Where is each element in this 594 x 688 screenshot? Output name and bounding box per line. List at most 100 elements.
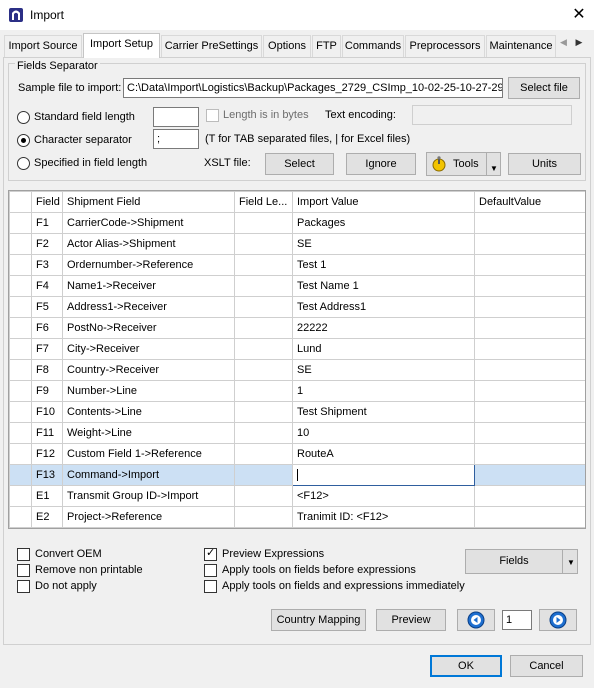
standard-field-length-radio[interactable] bbox=[17, 111, 30, 124]
import-value-cell[interactable]: 10 bbox=[292, 422, 475, 444]
tab-import-source[interactable]: Import Source bbox=[4, 35, 82, 57]
default-value-cell[interactable] bbox=[474, 254, 585, 276]
default-value-cell[interactable] bbox=[474, 317, 585, 339]
close-icon[interactable]: ✕ bbox=[568, 4, 590, 26]
specified-in-field-length-label[interactable]: Specified in field length bbox=[34, 157, 147, 169]
field-cell[interactable]: F5 bbox=[31, 296, 63, 318]
shipment-field-cell[interactable]: Ordernumber->Reference bbox=[62, 254, 235, 276]
field-cell[interactable]: F2 bbox=[31, 233, 63, 255]
text-encoding-input[interactable] bbox=[412, 105, 572, 125]
field-cell[interactable]: F9 bbox=[31, 380, 63, 402]
table-row[interactable]: F9 Number->Line 1 bbox=[9, 380, 585, 402]
apply-tools-immediately-checkbox[interactable] bbox=[204, 580, 217, 593]
shipment-field-cell[interactable]: City->Receiver bbox=[62, 338, 235, 360]
column-header-default-value[interactable]: DefaultValue bbox=[474, 191, 585, 213]
table-row[interactable]: F1 CarrierCode->Shipment Packages bbox=[9, 212, 585, 234]
shipment-field-cell[interactable]: Custom Field 1->Reference bbox=[62, 443, 235, 465]
field-length-cell[interactable] bbox=[234, 485, 293, 507]
table-row[interactable]: F11 Weight->Line 10 bbox=[9, 422, 585, 444]
field-length-cell[interactable] bbox=[234, 422, 293, 444]
field-length-cell[interactable] bbox=[234, 254, 293, 276]
column-header-field[interactable]: Field bbox=[31, 191, 63, 213]
apply-tools-before-label[interactable]: Apply tools on fields before expressions bbox=[222, 564, 416, 576]
fields-split-button[interactable]: Fields ▼ bbox=[465, 549, 578, 574]
field-length-cell[interactable] bbox=[234, 233, 293, 255]
units-button[interactable]: Units bbox=[508, 153, 581, 175]
table-row[interactable]: E2 Project->Reference Tranimit ID: <F12> bbox=[9, 506, 585, 528]
field-cell[interactable]: F1 bbox=[31, 212, 63, 234]
convert-oem-checkbox[interactable] bbox=[17, 548, 30, 561]
default-value-cell[interactable] bbox=[474, 401, 585, 423]
default-value-cell[interactable] bbox=[474, 422, 585, 444]
table-row[interactable]: F7 City->Receiver Lund bbox=[9, 338, 585, 360]
standard-field-length-label[interactable]: Standard field length bbox=[34, 111, 135, 123]
import-value-cell[interactable]: <F12> bbox=[292, 485, 475, 507]
field-cell[interactable]: E2 bbox=[31, 506, 63, 528]
default-value-cell[interactable] bbox=[474, 380, 585, 402]
remove-non-printable-label[interactable]: Remove non printable bbox=[35, 564, 143, 576]
specified-in-field-length-radio[interactable] bbox=[17, 157, 30, 170]
preview-expressions-checkbox[interactable] bbox=[204, 546, 217, 561]
scroll-right-icon[interactable]: ▶ bbox=[575, 37, 582, 47]
shipment-field-cell[interactable]: PostNo->Receiver bbox=[62, 317, 235, 339]
default-value-cell[interactable] bbox=[474, 464, 585, 486]
sample-file-input[interactable]: C:\Data\Import\Logistics\Backup\Packages… bbox=[123, 78, 503, 98]
import-value-cell[interactable]: Test 1 bbox=[292, 254, 475, 276]
tab-options[interactable]: Options bbox=[263, 35, 311, 57]
field-length-cell[interactable] bbox=[234, 317, 293, 339]
xslt-select-button[interactable]: Select bbox=[265, 153, 334, 175]
do-not-apply-label[interactable]: Do not apply bbox=[35, 580, 97, 592]
tab-carrier-presettings[interactable]: Carrier PreSettings bbox=[161, 35, 262, 57]
remove-non-printable-checkbox[interactable] bbox=[17, 564, 30, 577]
import-value-cell[interactable]: SE bbox=[292, 359, 475, 381]
shipment-field-cell[interactable]: CarrierCode->Shipment bbox=[62, 212, 235, 234]
field-cell[interactable]: F13 bbox=[31, 464, 63, 486]
column-header-import-value[interactable]: Import Value bbox=[292, 191, 475, 213]
field-cell[interactable]: F12 bbox=[31, 443, 63, 465]
import-value-cell[interactable]: Test Name 1 bbox=[292, 275, 475, 297]
select-file-button[interactable]: Select file bbox=[508, 77, 580, 99]
import-value-cell[interactable]: 1 bbox=[292, 380, 475, 402]
import-value-cell[interactable]: Tranimit ID: <F12> bbox=[292, 506, 475, 528]
field-cell[interactable]: F10 bbox=[31, 401, 63, 423]
field-length-cell[interactable] bbox=[234, 338, 293, 360]
character-separator-label[interactable]: Character separator bbox=[34, 134, 132, 146]
field-cell[interactable]: F3 bbox=[31, 254, 63, 276]
field-cell[interactable]: F4 bbox=[31, 275, 63, 297]
table-row[interactable]: F3 Ordernumber->Reference Test 1 bbox=[9, 254, 585, 276]
xslt-ignore-button[interactable]: Ignore bbox=[346, 153, 416, 175]
import-value-cell[interactable]: Lund bbox=[292, 338, 475, 360]
default-value-cell[interactable] bbox=[474, 233, 585, 255]
shipment-field-cell[interactable]: Transmit Group ID->Import bbox=[62, 485, 235, 507]
field-mapping-grid[interactable]: Field Shipment Field Field Le... Import … bbox=[8, 190, 586, 529]
convert-oem-label[interactable]: Convert OEM bbox=[35, 548, 102, 560]
field-cell[interactable]: F7 bbox=[31, 338, 63, 360]
default-value-cell[interactable] bbox=[474, 359, 585, 381]
table-row[interactable]: F13 Command->Import bbox=[9, 464, 585, 486]
character-separator-radio[interactable] bbox=[17, 134, 30, 147]
default-value-cell[interactable] bbox=[474, 443, 585, 465]
standard-length-input[interactable] bbox=[153, 107, 199, 127]
table-row[interactable]: F4 Name1->Receiver Test Name 1 bbox=[9, 275, 585, 297]
page-number-input[interactable]: 1 bbox=[502, 610, 532, 630]
separator-input[interactable]: ; bbox=[153, 129, 199, 149]
field-cell[interactable]: F6 bbox=[31, 317, 63, 339]
field-length-cell[interactable] bbox=[234, 443, 293, 465]
default-value-cell[interactable] bbox=[474, 338, 585, 360]
field-length-cell[interactable] bbox=[234, 359, 293, 381]
ok-button[interactable]: OK bbox=[430, 655, 502, 677]
previous-button[interactable] bbox=[457, 609, 495, 631]
column-header-shipment-field[interactable]: Shipment Field bbox=[62, 191, 235, 213]
tab-import-setup[interactable]: Import Setup bbox=[83, 33, 160, 58]
field-length-cell[interactable] bbox=[234, 506, 293, 528]
import-value-cell[interactable]: Packages bbox=[292, 212, 475, 234]
table-row[interactable]: F12 Custom Field 1->Reference RouteA bbox=[9, 443, 585, 465]
default-value-cell[interactable] bbox=[474, 296, 585, 318]
scroll-left-icon[interactable]: ◀ bbox=[560, 37, 567, 47]
table-row[interactable]: F10 Contents->Line Test Shipment bbox=[9, 401, 585, 423]
shipment-field-cell[interactable]: Actor Alias->Shipment bbox=[62, 233, 235, 255]
next-button[interactable] bbox=[539, 609, 577, 631]
length-in-bytes-checkbox[interactable] bbox=[206, 109, 219, 122]
default-value-cell[interactable] bbox=[474, 212, 585, 234]
shipment-field-cell[interactable]: Number->Line bbox=[62, 380, 235, 402]
